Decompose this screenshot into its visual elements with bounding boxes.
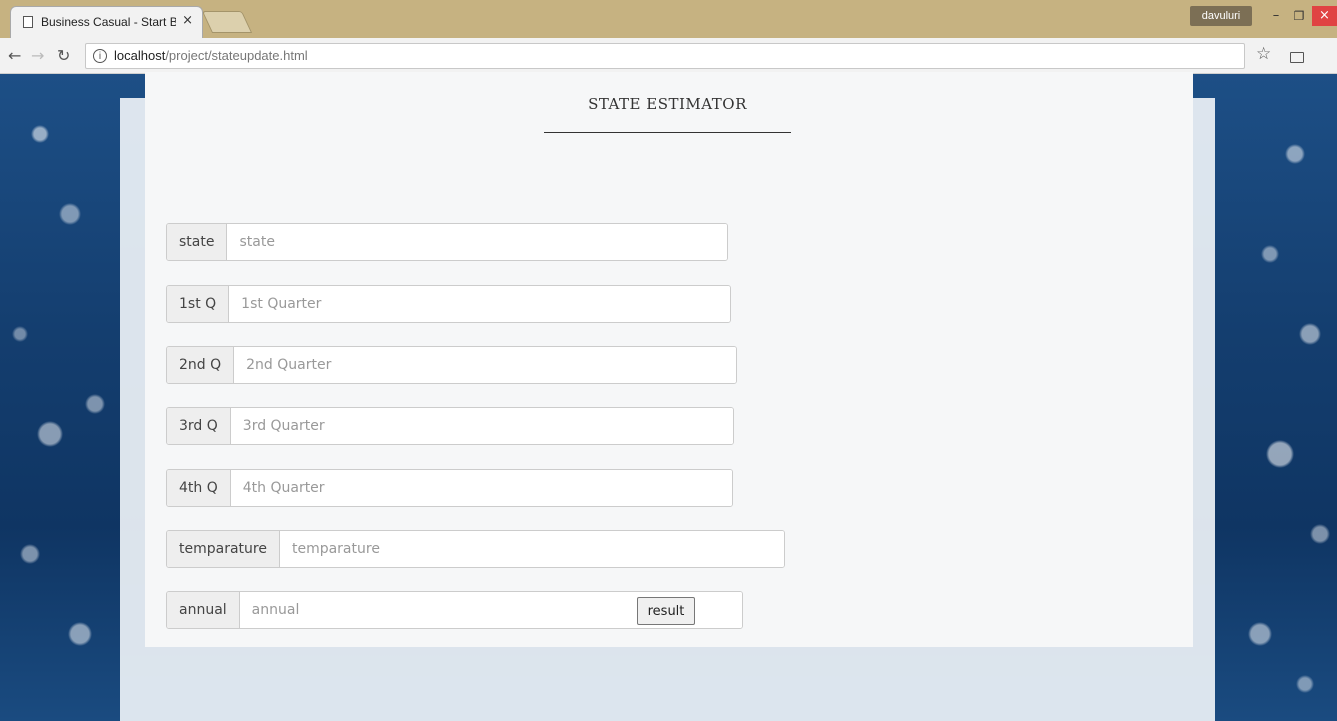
state-input[interactable] <box>227 224 727 260</box>
result-button[interactable]: result <box>637 597 695 625</box>
browser-tab[interactable]: Business Casual - Start B × <box>10 6 203 38</box>
url-host: localhost <box>114 48 166 63</box>
temparature-input-group: temparature <box>166 530 785 568</box>
q4-label: 4th Q <box>167 470 231 506</box>
restore-icon[interactable]: ❐ <box>1287 6 1311 26</box>
info-icon[interactable]: i <box>93 49 107 63</box>
forward-icon[interactable]: → <box>31 46 44 65</box>
q4-input-group: 4th Q <box>166 469 733 507</box>
title-divider <box>544 132 791 133</box>
q2-label: 2nd Q <box>167 347 235 383</box>
q3-label: 3rd Q <box>167 408 231 444</box>
q2-input[interactable] <box>234 347 736 383</box>
q3-input-group: 3rd Q <box>166 407 734 445</box>
q1-label: 1st Q <box>167 286 230 322</box>
address-bar[interactable]: i localhost/project/stateupdate.html <box>85 43 1245 69</box>
state-label: state <box>167 224 228 260</box>
q3-input[interactable] <box>230 408 733 444</box>
annual-label: annual <box>167 592 240 628</box>
window-close-icon[interactable]: × <box>1312 6 1337 26</box>
q1-input-group: 1st Q <box>166 285 731 323</box>
new-tab-button[interactable] <box>201 11 253 33</box>
close-icon[interactable]: × <box>182 13 193 28</box>
page-icon <box>23 16 33 28</box>
page-title: STATE ESTIMATOR <box>588 95 747 113</box>
tab-title: Business Casual - Start B <box>41 15 176 29</box>
q4-input[interactable] <box>230 470 732 506</box>
browser-toolbar: ← → ↻ i localhost/project/stateupdate.ht… <box>0 38 1337 74</box>
state-input-group: state <box>166 223 728 261</box>
q2-input-group: 2nd Q <box>166 346 737 384</box>
q1-input[interactable] <box>229 286 730 322</box>
url-path: /project/stateupdate.html <box>165 48 308 63</box>
cast-icon[interactable] <box>1290 52 1304 63</box>
temparature-label: temparature <box>167 531 280 567</box>
tab-strip: Business Casual - Start B × davuluri – ❐… <box>0 0 1337 38</box>
star-icon[interactable]: ☆ <box>1256 44 1271 64</box>
back-icon[interactable]: ← <box>8 46 21 65</box>
reload-icon[interactable]: ↻ <box>57 46 70 65</box>
minimize-icon[interactable]: – <box>1264 6 1288 26</box>
profile-button[interactable]: davuluri <box>1190 6 1252 26</box>
url-text[interactable]: localhost/project/stateupdate.html <box>114 48 308 63</box>
temparature-input[interactable] <box>279 531 784 567</box>
